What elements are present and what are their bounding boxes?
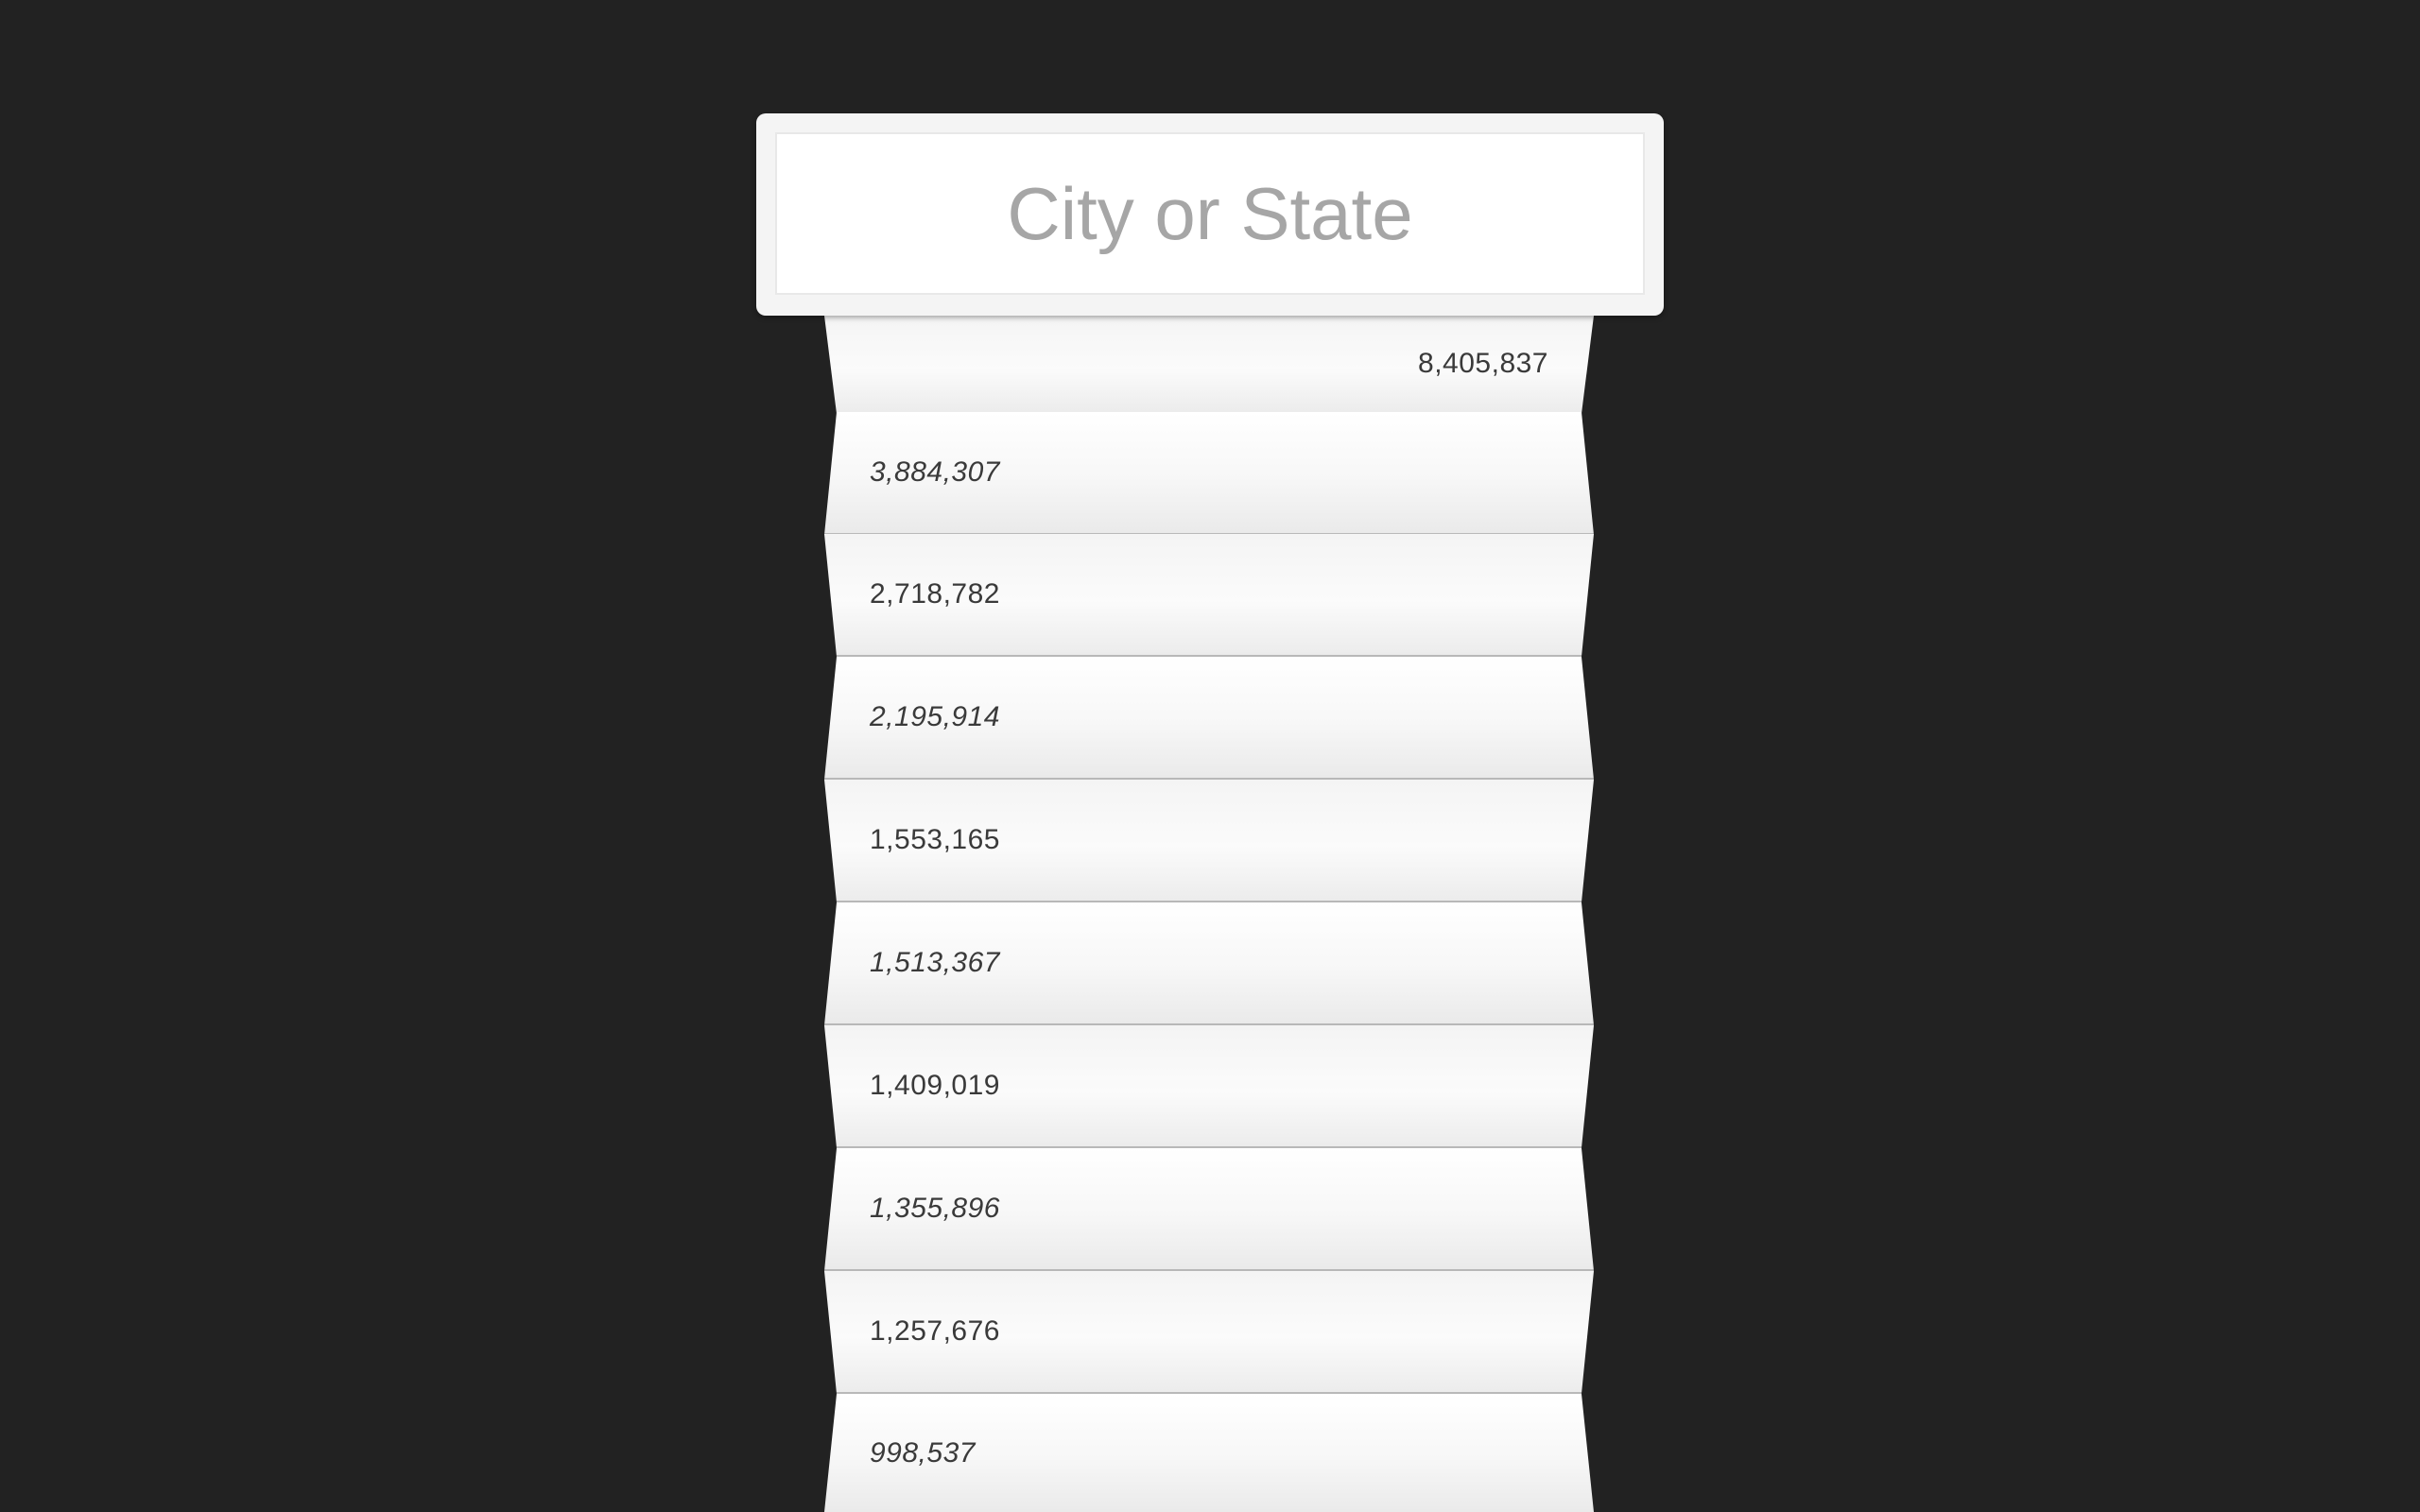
population-value: 1,355,896	[870, 1193, 1000, 1224]
population-value: 1,513,367	[870, 947, 1000, 978]
search-input[interactable]	[775, 132, 1645, 295]
list-item[interactable]: 2,195,914	[824, 657, 1594, 780]
list-item[interactable]: 2,718,782	[824, 534, 1594, 657]
population-value: 8,405,837	[1418, 348, 1548, 379]
population-value: 1,257,676	[870, 1315, 1000, 1347]
list-item[interactable]: 1,409,019	[824, 1025, 1594, 1148]
list-item[interactable]: 3,884,307	[824, 412, 1594, 535]
list-item[interactable]: 998,537	[824, 1394, 1594, 1512]
population-value: 3,884,307	[870, 456, 1000, 488]
list-item[interactable]: 1,553,165	[824, 780, 1594, 902]
population-value: 2,718,782	[870, 578, 1000, 610]
list-item[interactable]: 1,355,896	[824, 1148, 1594, 1271]
list-item[interactable]: 8,405,837	[824, 316, 1594, 414]
list-item[interactable]: 1,513,367	[824, 902, 1594, 1025]
population-value: 1,553,165	[870, 824, 1000, 855]
search-box	[756, 113, 1664, 316]
population-value: 998,537	[870, 1436, 976, 1469]
population-value: 1,409,019	[870, 1070, 1000, 1101]
population-value: 2,195,914	[870, 701, 1000, 732]
list-item[interactable]: 1,257,676	[824, 1271, 1594, 1394]
